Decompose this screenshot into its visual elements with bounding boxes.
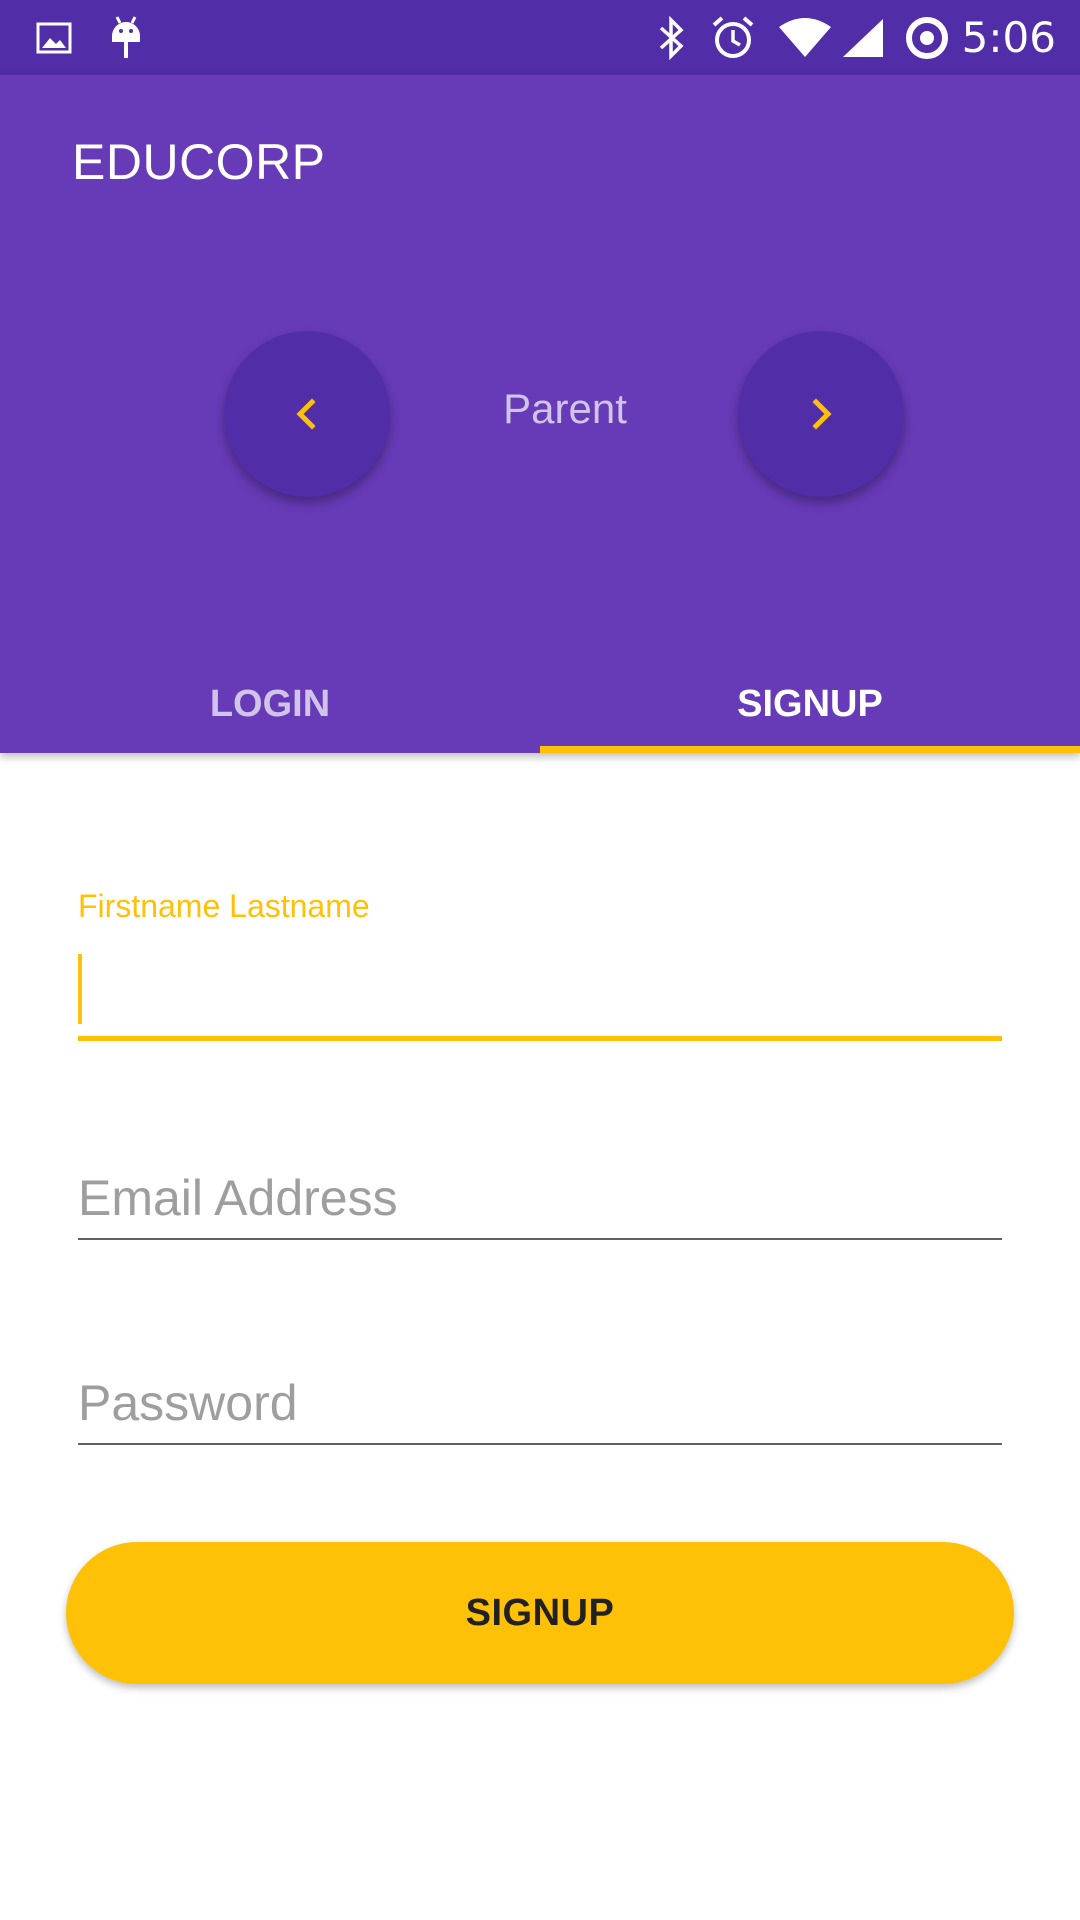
name-field[interactable]: [78, 950, 1002, 1041]
android-debug-icon: [106, 0, 146, 75]
wifi-icon: [776, 0, 834, 75]
tab-indicator: [540, 746, 1080, 753]
previous-role-button[interactable]: [224, 331, 390, 497]
sync-icon: [902, 0, 952, 75]
role-label: Parent: [503, 385, 627, 432]
password-input[interactable]: [78, 1363, 1002, 1443]
chevron-left-icon: [296, 398, 316, 430]
tab-signup[interactable]: SIGNUP: [540, 655, 1080, 753]
status-bar: 5:06: [0, 0, 1080, 75]
bluetooth-icon: [652, 0, 692, 75]
app-bar: EDUCORP Parent LOGIN SIGNUP: [0, 75, 1080, 753]
tab-login[interactable]: LOGIN: [0, 655, 540, 753]
email-field[interactable]: [78, 1150, 1002, 1240]
next-role-button[interactable]: [738, 331, 904, 497]
chevron-right-icon: [812, 398, 832, 430]
status-time: 5:06: [961, 13, 1056, 62]
name-field-label: Firstname Lastname: [78, 888, 370, 924]
signal-icon: [838, 0, 888, 75]
image-icon: [34, 0, 74, 75]
name-input[interactable]: [78, 958, 1002, 1038]
signup-button[interactable]: SIGNUP: [66, 1542, 1014, 1684]
password-field[interactable]: [78, 1355, 1002, 1445]
email-input[interactable]: [78, 1158, 1002, 1238]
app-title: EDUCORP: [72, 134, 326, 190]
alarm-icon: [708, 0, 758, 75]
